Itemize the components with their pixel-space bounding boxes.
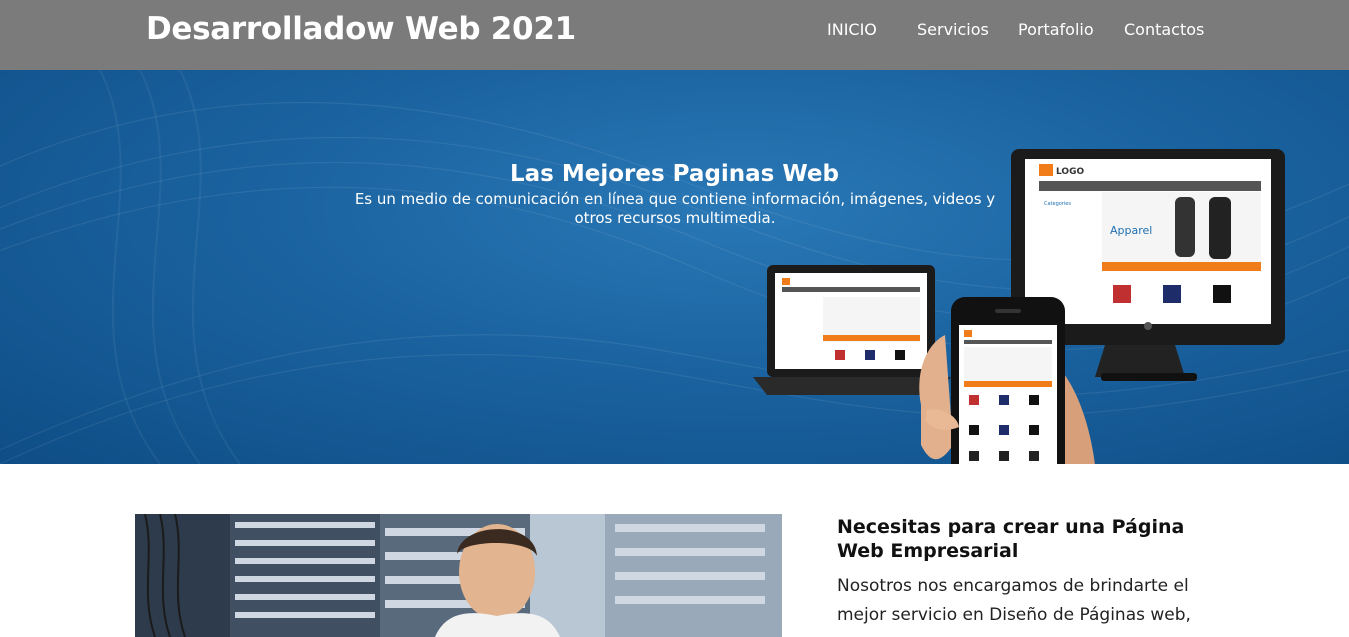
feature-paragraph: Nosotros nos encargamos de brindarte el … (837, 576, 1191, 625)
nav-link-inicio[interactable]: INICIO (827, 20, 877, 39)
svg-text:Apparel: Apparel (1110, 224, 1152, 237)
nav-link-contactos[interactable]: Contactos (1124, 20, 1204, 39)
hero-banner: Las Mejores Paginas Web Es un medio de c… (0, 70, 1349, 464)
datacenter-technician-photo (135, 514, 782, 637)
svg-text:Categories: Categories (1044, 201, 1071, 207)
nav-link-portafolio[interactable]: Portafolio (1018, 20, 1094, 39)
responsive-devices-illustration: LOGO Apparel Categories (753, 149, 1285, 464)
top-navigation-bar: Desarrolladow Web 2021 INICIO Servicios … (0, 0, 1349, 70)
svg-text:LOGO: LOGO (1056, 167, 1084, 177)
feature-heading: Necesitas para crear una Página Web Empr… (837, 516, 1185, 562)
nav-link-servicios[interactable]: Servicios (917, 20, 989, 39)
server-racks-image (135, 514, 782, 637)
site-brand[interactable]: Desarrolladow Web 2021 (146, 11, 576, 47)
